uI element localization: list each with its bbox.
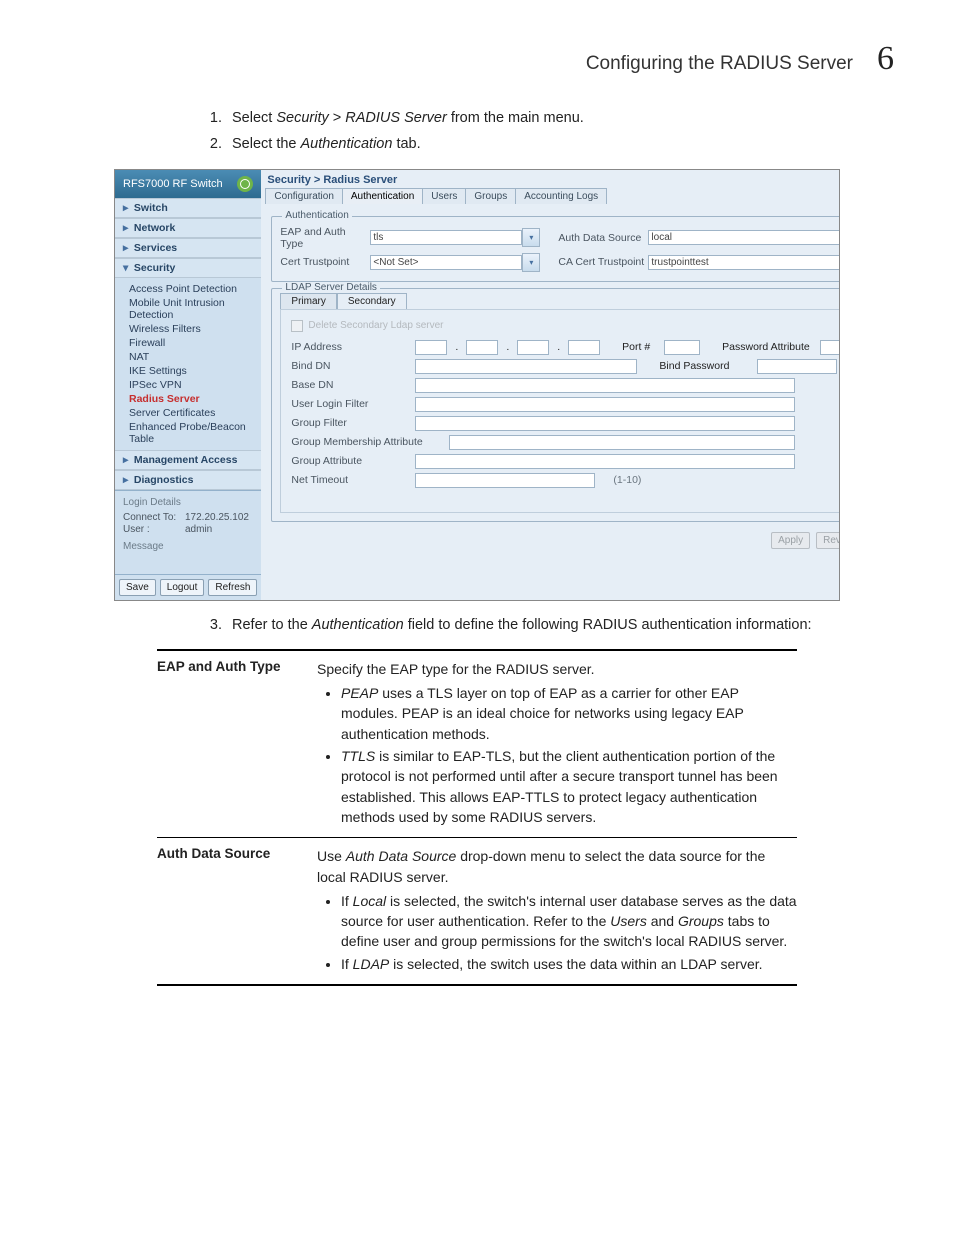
net-timeout-hint: (1-10): [613, 474, 641, 486]
nav-switch[interactable]: ▸ Switch: [115, 198, 261, 218]
tree-firewall[interactable]: Firewall: [129, 336, 261, 350]
net-timeout-input[interactable]: [415, 473, 595, 488]
ip-octet-4[interactable]: [568, 340, 600, 355]
ip-octet-2[interactable]: [466, 340, 498, 355]
bind-password-label: Bind Password: [659, 360, 749, 372]
delete-secondary-ldap-checkbox[interactable]: Delete Secondary Ldap server: [291, 320, 840, 332]
port-label: Port #: [622, 341, 656, 353]
connect-to-label: Connect To:: [123, 512, 179, 523]
tab-authentication[interactable]: Authentication: [342, 188, 423, 204]
save-button[interactable]: Save: [119, 579, 156, 596]
tree-ike-settings[interactable]: IKE Settings: [129, 364, 261, 378]
connect-to-value: 172.20.25.102: [185, 512, 249, 523]
group-attribute-input[interactable]: [415, 454, 795, 469]
group-attribute-label: Group Attribute: [291, 455, 407, 467]
ldap-tab-secondary[interactable]: Secondary: [337, 293, 407, 310]
breadcrumb: Security > Radius Server: [261, 170, 840, 188]
tree-enhanced-probe-beacon[interactable]: Enhanced Probe/Beacon Table: [129, 420, 261, 446]
bind-dn-label: Bind DN: [291, 360, 407, 372]
chevron-down-icon[interactable]: ▾: [522, 228, 540, 247]
tree-radius-server[interactable]: Radius Server: [129, 392, 261, 406]
step-1: 1.Select Security > RADIUS Server from t…: [200, 108, 894, 128]
brand-logo-icon: [237, 176, 253, 192]
step-3: 3.Refer to the Authentication field to d…: [200, 615, 894, 635]
cert-trustpoint-select[interactable]: [370, 255, 522, 270]
tree-server-certificates[interactable]: Server Certificates: [129, 406, 261, 420]
auth-data-source-select[interactable]: [648, 230, 840, 245]
tree-mobile-unit-intrusion[interactable]: Mobile Unit Intrusion Detection: [129, 296, 261, 322]
screenshot-panel: RFS7000 RF Switch ▸ Switch ▸ Network ▸ S…: [114, 169, 840, 601]
base-dn-label: Base DN: [291, 379, 407, 391]
eap-auth-type-label: EAP and Auth Type: [280, 226, 370, 250]
revert-button[interactable]: Revert: [816, 532, 840, 549]
chapter-number: 6: [877, 40, 894, 78]
login-details-legend: Login Details: [123, 497, 253, 508]
def-term-ads: Auth Data Source: [157, 846, 317, 976]
page-title: Configuring the RADIUS Server: [586, 53, 853, 75]
message-legend: Message: [123, 541, 253, 552]
ldap-tab-primary[interactable]: Primary: [280, 293, 336, 310]
group-filter-label: Group Filter: [291, 417, 407, 429]
def-desc-ads: Use Auth Data Source drop-down menu to s…: [317, 846, 797, 976]
brand-bar: RFS7000 RF Switch: [115, 170, 261, 198]
tree-access-point-detection[interactable]: Access Point Detection: [129, 282, 261, 296]
user-value: admin: [185, 524, 212, 535]
nav-network[interactable]: ▸ Network: [115, 218, 261, 238]
base-dn-input[interactable]: [415, 378, 795, 393]
user-login-filter-input[interactable]: [415, 397, 795, 412]
group-membership-attr-label: Group Membership Attribute: [291, 436, 441, 448]
tree-wireless-filters[interactable]: Wireless Filters: [129, 322, 261, 336]
auth-legend: Authentication: [282, 210, 351, 221]
user-label: User :: [123, 524, 179, 535]
port-input[interactable]: [664, 340, 700, 355]
password-attribute-input[interactable]: [820, 340, 840, 355]
ip-octet-1[interactable]: [415, 340, 447, 355]
tab-accounting-logs[interactable]: Accounting Logs: [515, 188, 607, 204]
nav-services[interactable]: ▸ Services: [115, 238, 261, 258]
tree-nat[interactable]: NAT: [129, 350, 261, 364]
step-2: 2.Select the Authentication tab.: [200, 134, 894, 154]
bind-password-input[interactable]: [757, 359, 837, 374]
chevron-down-icon[interactable]: ▾: [522, 253, 540, 272]
refresh-button[interactable]: Refresh: [208, 579, 257, 596]
tree-ipsec-vpn[interactable]: IPSec VPN: [129, 378, 261, 392]
eap-auth-type-select[interactable]: [370, 230, 522, 245]
cert-trustpoint-label: Cert Trustpoint: [280, 256, 370, 268]
apply-button[interactable]: Apply: [771, 532, 810, 549]
ip-address-label: IP Address: [291, 341, 407, 353]
ip-octet-3[interactable]: [517, 340, 549, 355]
net-timeout-label: Net Timeout: [291, 474, 407, 486]
tab-users[interactable]: Users: [422, 188, 466, 204]
def-desc-eap: Specify the EAP type for the RADIUS serv…: [317, 659, 797, 829]
tab-configuration[interactable]: Configuration: [265, 188, 342, 204]
ldap-legend: LDAP Server Details: [282, 282, 380, 293]
tab-groups[interactable]: Groups: [465, 188, 516, 204]
group-membership-attr-input[interactable]: [449, 435, 795, 450]
logout-button[interactable]: Logout: [160, 579, 205, 596]
auth-data-source-label: Auth Data Source: [558, 232, 648, 244]
ca-cert-trustpoint-select[interactable]: [648, 255, 840, 270]
user-login-filter-label: User Login Filter: [291, 398, 407, 410]
bind-dn-input[interactable]: [415, 359, 637, 374]
group-filter-input[interactable]: [415, 416, 795, 431]
nav-diagnostics[interactable]: ▸ Diagnostics: [115, 470, 261, 490]
nav-management-access[interactable]: ▸ Management Access: [115, 450, 261, 470]
ca-cert-trustpoint-label: CA Cert Trustpoint: [558, 256, 648, 268]
def-term-eap: EAP and Auth Type: [157, 659, 317, 829]
password-attribute-label: Password Attribute: [722, 341, 812, 353]
nav-security[interactable]: ▾ Security: [115, 258, 261, 278]
